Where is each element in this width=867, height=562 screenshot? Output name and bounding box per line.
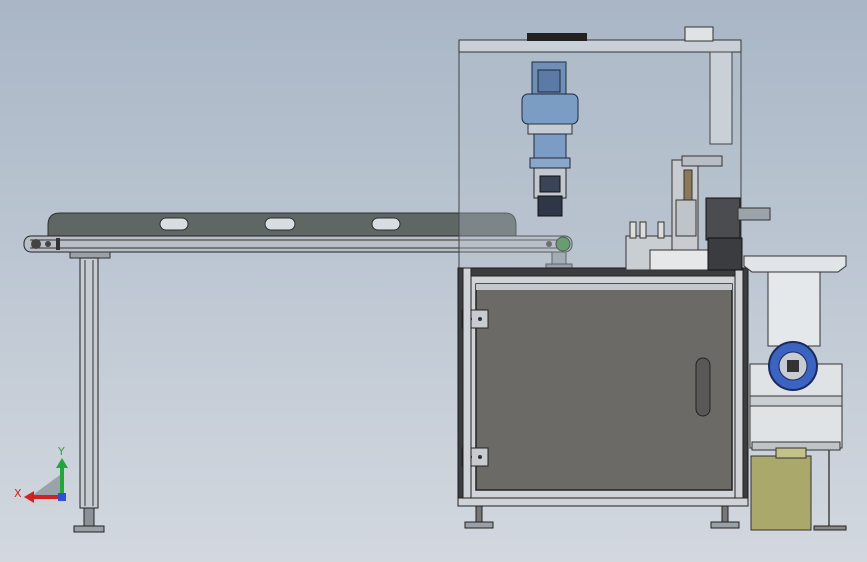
door-handle — [695, 357, 711, 417]
conveyor-end-roller-left — [31, 239, 41, 249]
conveyor-slot-2 — [264, 217, 296, 231]
main-cabinet — [457, 26, 749, 529]
cabinet-door-panel — [475, 283, 733, 491]
conveyor-leg — [79, 257, 99, 509]
cad-viewport[interactable]: Y X — [0, 0, 867, 562]
cabinet-foot-right — [710, 521, 740, 529]
machine-model[interactable]: Y X — [0, 0, 867, 562]
cabinet-foot-left — [464, 521, 494, 529]
conveyor-slot-1 — [159, 217, 189, 231]
conveyor-foot — [73, 525, 105, 533]
feeder-hopper — [743, 255, 847, 273]
feeder-assembly — [743, 255, 847, 531]
z-axis-marker — [58, 493, 66, 501]
feeder-box — [750, 455, 812, 531]
safety-enclosure — [458, 39, 742, 271]
conveyor-slot-3 — [371, 217, 401, 231]
dark-actuator — [705, 197, 741, 241]
triad-x-label: X — [14, 487, 22, 500]
coordinate-triad: Y X — [14, 445, 68, 507]
top-actuator-rail — [527, 33, 587, 41]
triad-y-label: Y — [57, 445, 65, 458]
